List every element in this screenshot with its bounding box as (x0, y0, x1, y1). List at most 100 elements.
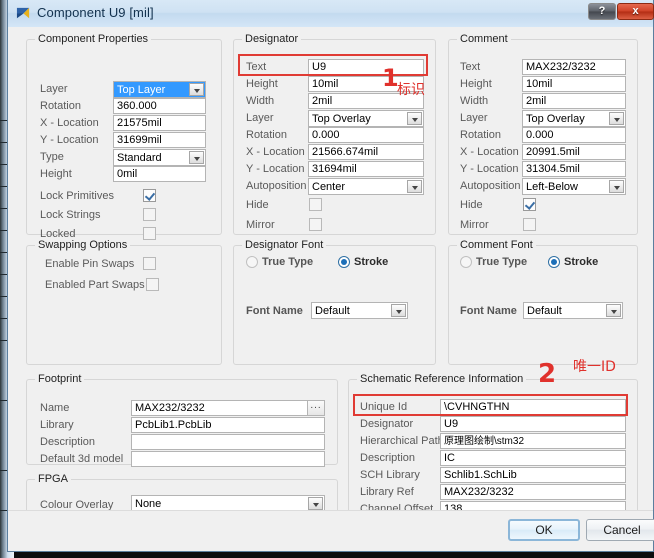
label-fp-description: Description (40, 436, 96, 448)
label-dsg-height: Height (246, 78, 278, 90)
chevron-down-icon[interactable] (407, 180, 422, 193)
combo-dsg-font-name[interactable]: Default (311, 302, 408, 319)
combo-cmt-autoposition[interactable]: Left-Below (522, 178, 626, 195)
annotation-label-1: 标识 (397, 82, 425, 98)
combo-cp-type[interactable]: Standard (113, 149, 206, 166)
label-fp-default-3d-model: Default 3d model (40, 453, 124, 465)
input-sr-description[interactable]: IC (440, 450, 626, 466)
altium-component-icon (16, 7, 30, 19)
input-cmt-width[interactable]: 2mil (522, 93, 626, 109)
label-cmt-y-location: Y - Location (460, 163, 519, 175)
combo-cmt-font-name[interactable]: Default (523, 302, 623, 319)
input-cmt-rotation[interactable]: 0.000 (522, 127, 626, 143)
input-cp-y-location[interactable]: 31699mil (113, 132, 206, 148)
input-sr-unique-id[interactable]: \CVHNGTHN (440, 399, 626, 415)
input-cmt-text[interactable]: MAX232/3232 (522, 59, 626, 75)
input-sr-sch-library[interactable]: Schlib1.SchLib (440, 467, 626, 483)
input-cp-height[interactable]: 0mil (113, 166, 206, 182)
checkbox-lock-strings[interactable] (143, 208, 156, 221)
label-dsg-font-name: Font Name (246, 305, 303, 317)
label-dsg-font-stroke: Stroke (354, 256, 389, 268)
radio-dsg-font-stroke[interactable] (338, 256, 350, 268)
chevron-down-icon[interactable] (391, 304, 406, 317)
group-title-comment-font: Comment Font (457, 239, 536, 251)
component-properties-dialog: Component U9 [mil] ? x Component Propert… (7, 0, 654, 552)
group-title-footprint: Footprint (35, 373, 85, 385)
checkbox-cmt-mirror[interactable] (523, 218, 536, 231)
checkbox-locked[interactable] (143, 227, 156, 240)
cancel-button[interactable]: Cancel (586, 519, 654, 541)
input-dsg-x-location[interactable]: 21566.674mil (308, 144, 424, 160)
combo-cmt-layer-value: Top Overlay (526, 113, 585, 125)
input-cmt-x-location[interactable]: 20991.5mil (522, 144, 626, 160)
chevron-down-icon[interactable] (606, 304, 621, 317)
browse-footprint-button[interactable]: ... (307, 400, 325, 416)
dialog-content: Component Properties Layer Rotation X - … (8, 27, 654, 551)
chevron-down-icon[interactable] (609, 112, 624, 125)
close-button[interactable]: x (617, 3, 654, 20)
label-lock-strings: Lock Strings (40, 209, 101, 221)
input-cmt-y-location[interactable]: 31304.5mil (522, 161, 626, 177)
checkbox-enabled-part-swaps[interactable] (146, 278, 159, 291)
label-enabled-part-swaps: Enabled Part Swaps (45, 279, 145, 291)
combo-dsg-layer[interactable]: Top Overlay (308, 110, 424, 127)
input-sr-library-ref[interactable]: MAX232/3232 (440, 484, 626, 500)
help-button[interactable]: ? (588, 3, 616, 20)
input-cmt-height[interactable]: 10mil (522, 76, 626, 92)
input-fp-name[interactable]: MAX232/3232 (131, 400, 325, 416)
chevron-down-icon[interactable] (308, 497, 323, 510)
input-sr-hierarchical-path[interactable]: 原理图绘制\stm32 (440, 433, 626, 449)
combo-dsg-autoposition[interactable]: Center (308, 178, 424, 195)
label-cp-height: Height (40, 168, 72, 180)
group-title-swapping-options: Swapping Options (35, 239, 131, 251)
label-dsg-mirror: Mirror (246, 219, 275, 231)
combo-cmt-font-name-value: Default (527, 305, 562, 317)
checkbox-lock-primitives[interactable] (143, 189, 156, 202)
checkbox-cmt-hide[interactable] (523, 198, 536, 211)
checkbox-dsg-mirror[interactable] (309, 218, 322, 231)
combo-dsg-layer-value: Top Overlay (312, 113, 371, 125)
combo-colour-overlay-value: None (135, 498, 162, 510)
radio-dsg-font-truetype[interactable] (246, 256, 258, 268)
label-fp-library: Library (40, 419, 74, 431)
label-lock-primitives: Lock Primitives (40, 190, 114, 202)
label-cmt-font-name: Font Name (460, 305, 517, 317)
input-dsg-text[interactable]: U9 (308, 59, 424, 75)
input-dsg-y-location[interactable]: 31694mil (308, 161, 424, 177)
combo-dsg-autoposition-value: Center (312, 181, 346, 193)
label-fp-name: Name (40, 402, 70, 414)
combo-cp-type-value: Standard (117, 152, 162, 164)
combo-dsg-font-name-value: Default (315, 305, 350, 317)
group-title-fpga: FPGA (35, 473, 71, 485)
input-fp-description[interactable] (131, 434, 325, 450)
title-bar[interactable]: Component U9 [mil] ? x (8, 0, 654, 28)
label-cmt-hide: Hide (460, 199, 483, 211)
label-cp-y-location: Y - Location (40, 134, 99, 146)
label-dsg-autoposition: Autoposition (246, 180, 307, 192)
input-fp-library[interactable]: PcbLib1.PcbLib (131, 417, 325, 433)
label-sr-designator: Designator (360, 418, 414, 430)
label-cmt-width: Width (460, 95, 489, 107)
chevron-down-icon[interactable] (189, 83, 204, 96)
ok-button[interactable]: OK (508, 519, 580, 541)
combo-cmt-layer[interactable]: Top Overlay (522, 110, 626, 127)
input-fp-default-3d-model[interactable] (131, 451, 325, 467)
group-title-comment: Comment (457, 33, 511, 45)
input-sr-designator[interactable]: U9 (440, 416, 626, 432)
label-dsg-y-location: Y - Location (246, 163, 305, 175)
chevron-down-icon[interactable] (407, 112, 422, 125)
input-dsg-rotation[interactable]: 0.000 (308, 127, 424, 143)
checkbox-dsg-hide[interactable] (309, 198, 322, 211)
chevron-down-icon[interactable] (609, 180, 624, 193)
label-cp-x-location: X - Location (40, 117, 99, 129)
radio-cmt-font-truetype[interactable] (460, 256, 472, 268)
chevron-down-icon[interactable] (189, 151, 204, 164)
input-cp-rotation[interactable]: 360.000 (113, 98, 206, 114)
label-cmt-height: Height (460, 78, 492, 90)
input-cp-x-location[interactable]: 21575mil (113, 115, 206, 131)
label-dsg-hide: Hide (246, 199, 269, 211)
checkbox-enable-pin-swaps[interactable] (143, 257, 156, 270)
label-cp-rotation: Rotation (40, 100, 81, 112)
combo-cp-layer[interactable]: Top Layer (113, 81, 206, 98)
radio-cmt-font-stroke[interactable] (548, 256, 560, 268)
